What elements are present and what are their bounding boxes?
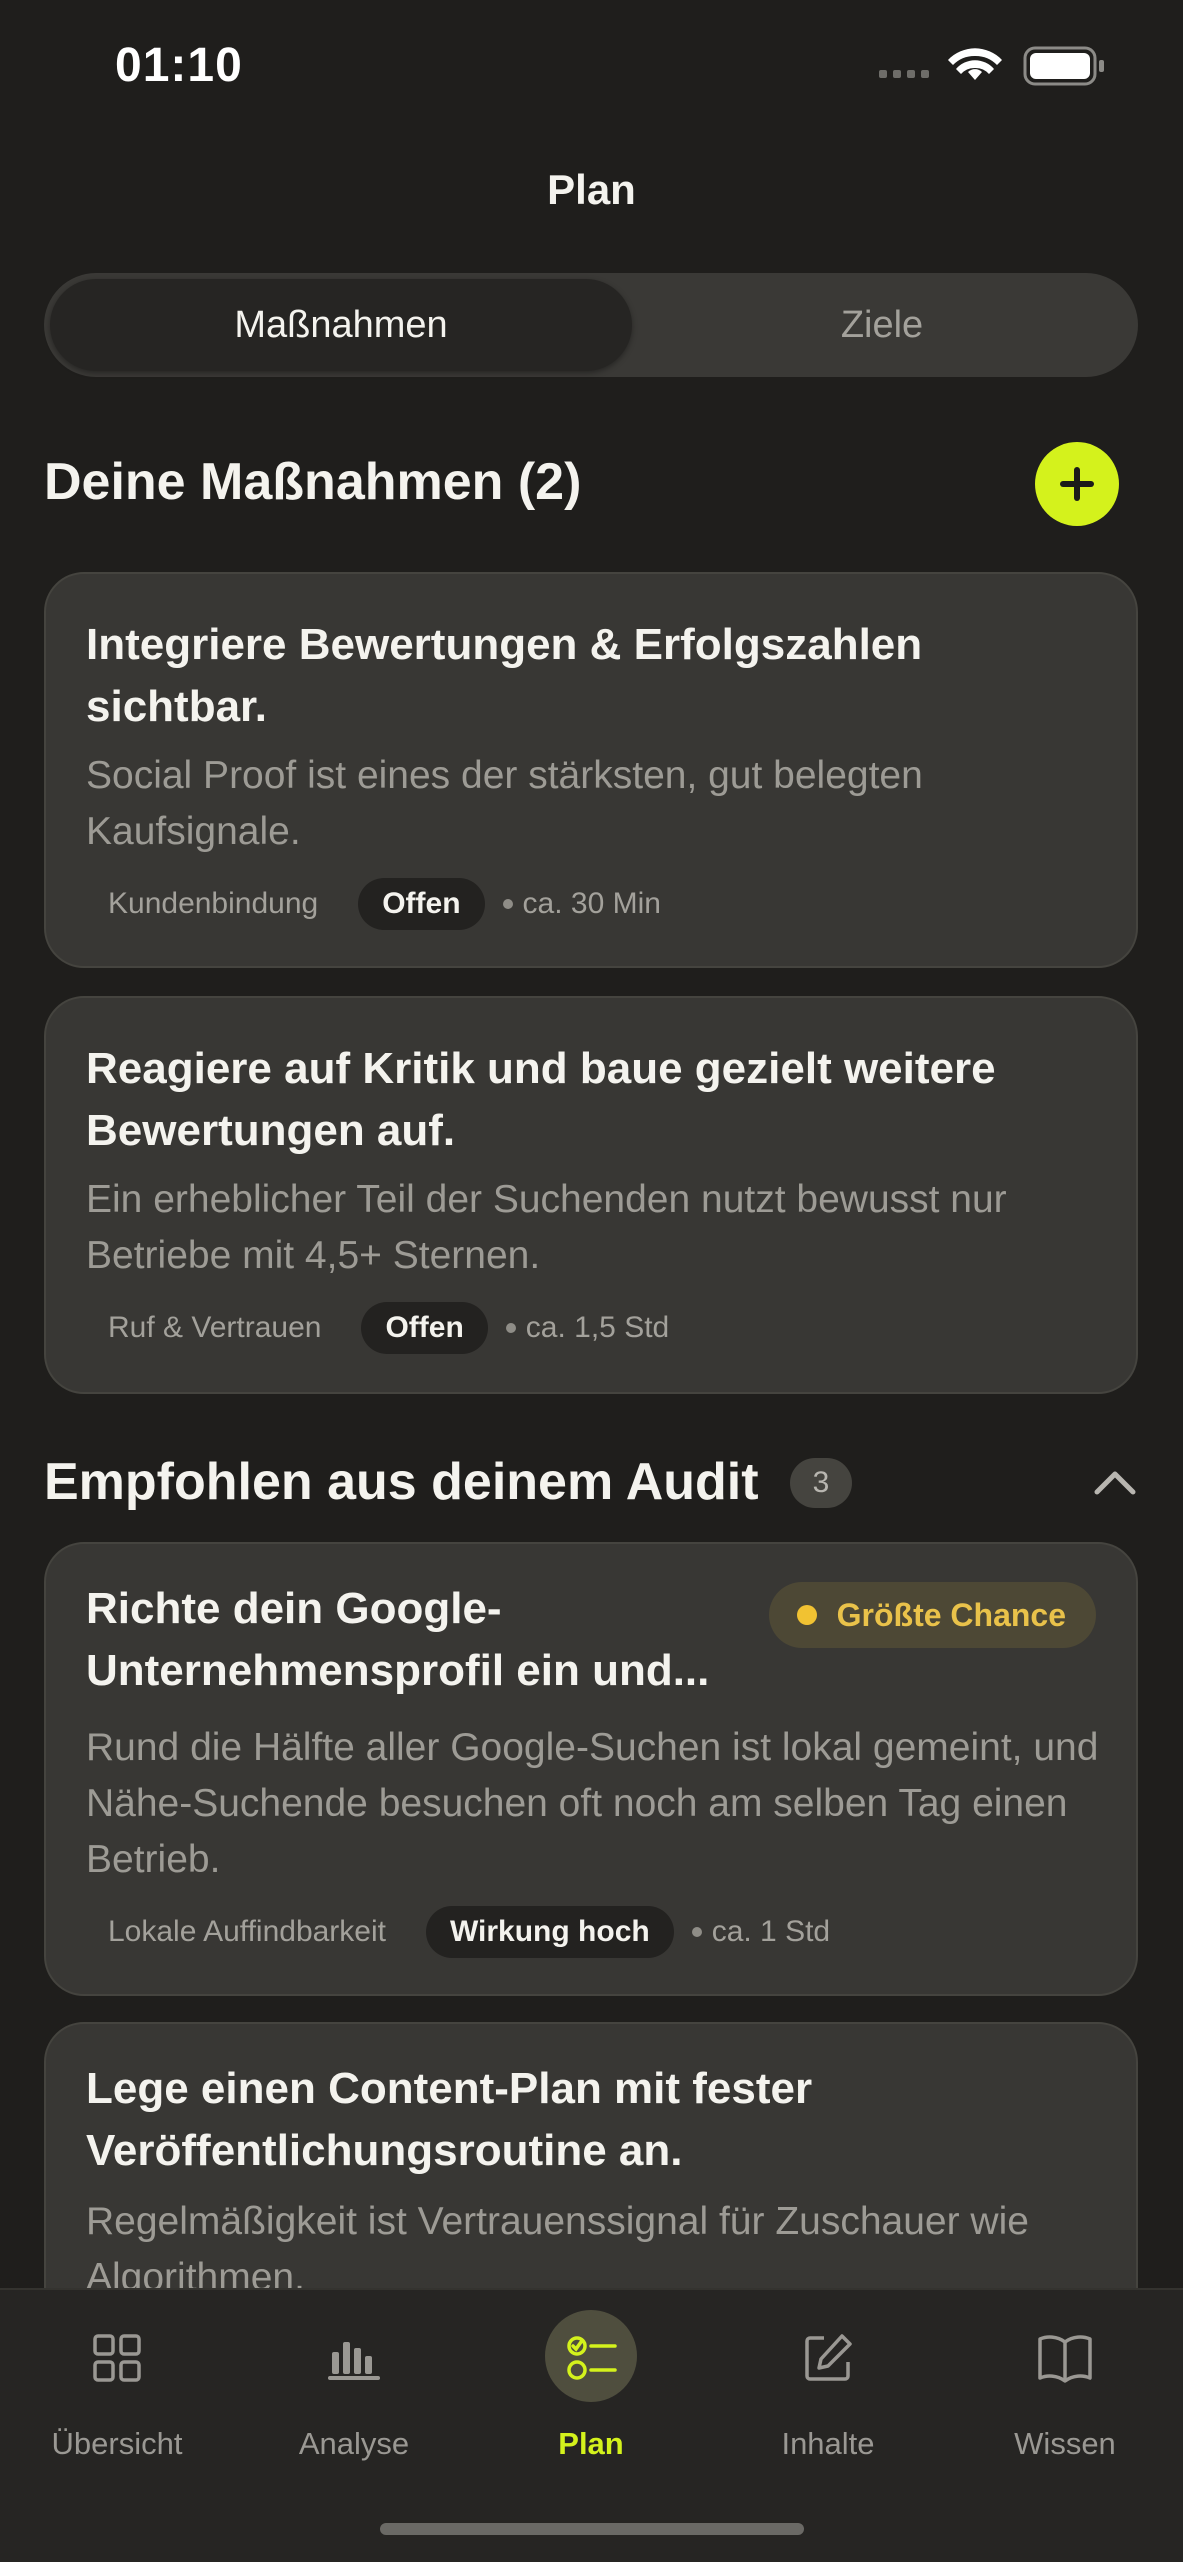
card-title: Lege einen Content-Plan mit fester Veröf… xyxy=(86,2064,813,2175)
tab-massnahmen[interactable]: Maßnahmen xyxy=(50,279,632,371)
bar-chart-icon xyxy=(328,2342,380,2380)
wifi-icon xyxy=(948,48,1002,80)
biggest-chance-badge: Größte Chance xyxy=(768,1582,1096,1648)
recommended-count-badge: 3 xyxy=(790,1458,852,1508)
separator-dot xyxy=(691,1927,702,1937)
card-meta: Lokale Auffindbarkeit Wirkung hoch ca. 1… xyxy=(84,1906,830,1958)
card-title: Richte dein Google-Unternehmensprofil ei… xyxy=(86,1584,710,1695)
card-title: Reagiere auf Kritik und baue gezielt wei… xyxy=(86,1044,996,1155)
nav-item-content[interactable]: Inhalte xyxy=(728,2328,928,2462)
recommendation-card[interactable]: Richte dein Google-Unternehmensprofil ei… xyxy=(44,1542,1138,1996)
home-indicator[interactable] xyxy=(380,2523,804,2535)
card-title: Integriere Bewertungen & Erfolgszahlen s… xyxy=(86,620,923,731)
duration-label: ca. 1 Std xyxy=(711,1915,831,1948)
nav-item-knowledge[interactable]: Wissen xyxy=(965,2328,1165,2462)
segmented-control: Maßnahmen Ziele xyxy=(44,273,1138,377)
nav-label: Inhalte xyxy=(781,2426,875,2461)
edit-icon xyxy=(805,2334,852,2381)
separator-dot xyxy=(502,899,513,909)
duration-label: ca. 1,5 Std xyxy=(525,1311,670,1344)
section-title-my-actions: Deine Maßnahmen (2) xyxy=(44,453,582,511)
nav-label: Wissen xyxy=(1014,2426,1116,2461)
section-title-recommended: Empfohlen aus deinem Audit xyxy=(44,1453,759,1511)
card-description: Rund die Hälfte aller Google-Suchen ist … xyxy=(86,1726,1099,1881)
nav-item-overview[interactable]: Übersicht xyxy=(17,2328,217,2462)
card-description: Ein erheblicher Teil der Suchenden nutzt… xyxy=(86,1178,1007,1277)
nav-item-analysis[interactable]: Analyse xyxy=(254,2328,454,2462)
category-tag: Ruf & Vertrauen xyxy=(108,1311,322,1344)
action-card[interactable]: Integriere Bewertungen & Erfolgszahlen s… xyxy=(44,572,1138,968)
separator-dot xyxy=(505,1323,516,1333)
status-time: 01:10 xyxy=(115,39,243,92)
nav-label: Übersicht xyxy=(51,2426,183,2461)
nav-item-plan[interactable]: Plan xyxy=(491,2328,691,2462)
add-action-button[interactable] xyxy=(1035,442,1119,526)
nav-label: Plan xyxy=(558,2426,624,2461)
action-card[interactable]: Reagiere auf Kritik und baue gezielt wei… xyxy=(44,996,1138,1394)
status-pill: Offen xyxy=(361,1302,488,1354)
chance-dot-icon xyxy=(796,1605,817,1625)
grid-icon xyxy=(93,2334,141,2382)
card-meta: Ruf & Vertrauen Offen ca. 1,5 Std xyxy=(84,1302,669,1354)
status-pill: Offen xyxy=(358,878,485,930)
book-icon xyxy=(1038,2335,1092,2383)
nav-label: Analyse xyxy=(298,2426,410,2461)
cellular-signal-icon xyxy=(879,70,929,78)
status-icons xyxy=(879,46,1104,86)
category-tag: Kundenbindung xyxy=(108,887,319,920)
category-tag: Lokale Auffindbarkeit xyxy=(108,1915,386,1948)
page-title: Plan xyxy=(547,166,636,213)
impact-pill: Wirkung hoch xyxy=(425,1906,674,1958)
duration-label: ca. 30 Min xyxy=(522,887,661,920)
chance-label: Größte Chance xyxy=(836,1596,1066,1633)
battery-icon xyxy=(1023,46,1104,86)
plus-icon xyxy=(1060,467,1094,501)
checklist-icon xyxy=(567,2336,617,2380)
card-meta: Kundenbindung Offen ca. 30 Min xyxy=(84,878,661,930)
chevron-up-icon[interactable] xyxy=(1093,1466,1137,1496)
tab-ziele[interactable]: Ziele xyxy=(632,279,1132,371)
card-description: Social Proof ist eines der stärksten, gu… xyxy=(86,754,923,853)
